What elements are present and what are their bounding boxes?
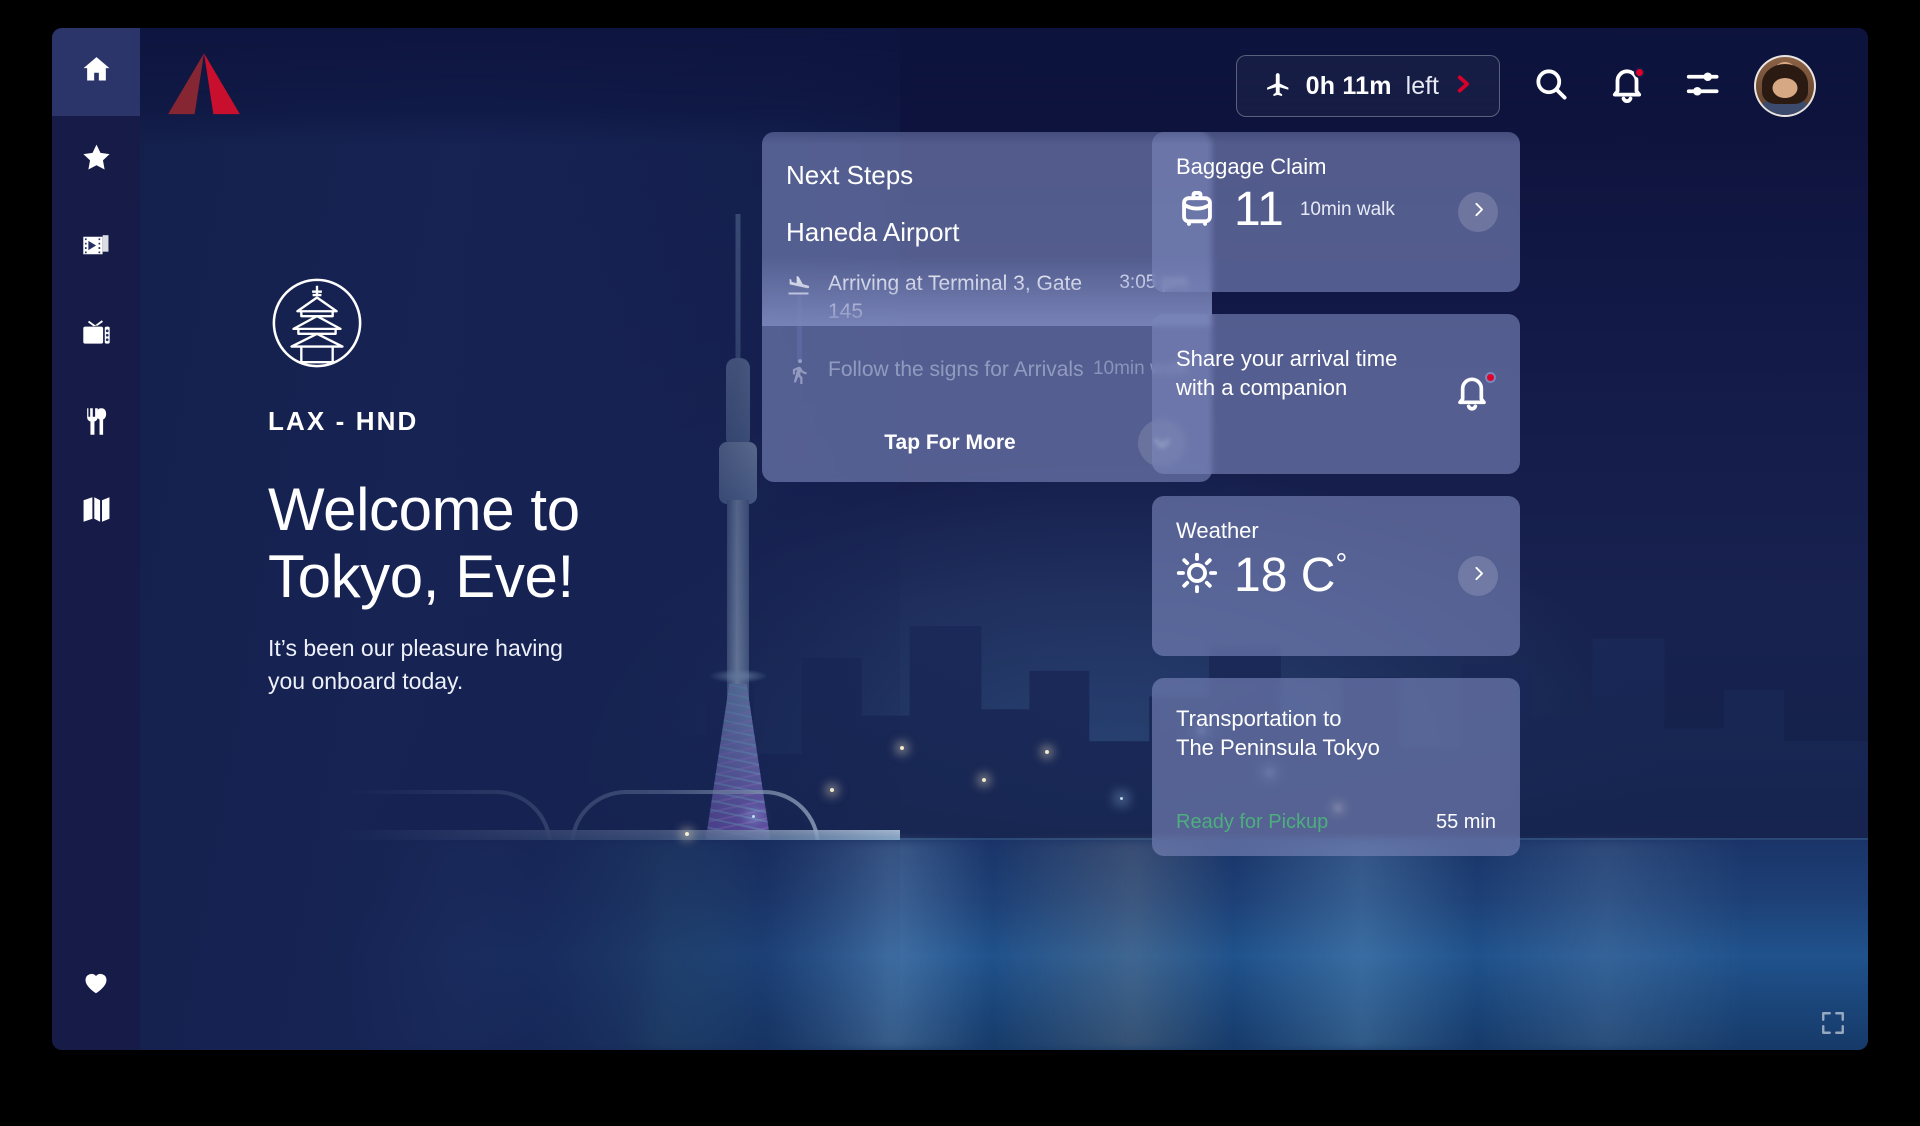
chevron-right-icon [1470,565,1487,587]
tv-icon [80,317,113,355]
weather-temperature: 18 C° [1234,550,1347,600]
welcome-line-1: Welcome to [268,476,580,543]
pagoda-badge-icon [268,274,366,372]
bell-ring-icon[interactable] [1452,372,1496,416]
sidebar-item-favorites[interactable] [52,116,140,204]
transportation-text: Transportation to The Peninsula Tokyo [1152,678,1520,763]
top-bar-actions: 0h 11m left [1235,55,1868,117]
next-step-text: Arriving at Terminal 3, Gate 145 [828,272,1083,323]
weather-degree-symbol: ° [1335,548,1348,581]
flight-time-remaining-button[interactable]: 0h 11m left [1235,55,1500,117]
route-label: LAX - HND [268,406,419,436]
transportation-line-2: The Peninsula Tokyo [1176,735,1380,761]
search-button[interactable] [1526,61,1576,111]
baggage-claim-number: 11 [1234,183,1284,236]
share-arrival-badge [1485,372,1496,383]
settings-button[interactable] [1678,61,1728,111]
transportation-line-1: Transportation to [1176,706,1342,731]
sidebar-nav [52,28,140,1050]
status-badge: Ready for Pickup [1176,811,1329,833]
next-steps-card[interactable]: Next Steps Haneda Airport Arriving at Te… [762,132,1212,482]
avatar[interactable] [1754,55,1816,117]
delta-logo [140,47,268,125]
weather-card[interactable]: Weather 18 C° [1152,496,1520,656]
airplane-icon [1263,69,1292,103]
tap-for-more-label: Tap For More [884,431,1016,454]
sliders-icon [1684,65,1722,108]
transportation-card[interactable]: Transportation to The Peninsula Tokyo Re… [1152,678,1520,856]
next-step-row: Arriving at Terminal 3, Gate 145 3:05 pm [786,270,1188,326]
map-icon [80,493,113,531]
heart-icon [81,967,111,1002]
next-step-row: Follow the signs for Arrivals 10min walk [786,356,1188,389]
transportation-eta: 55 min [1435,811,1496,833]
flight-time-suffix: left [1405,71,1439,100]
sidebar-item-home[interactable] [52,28,140,116]
share-arrival-line-1: Share your arrival time [1176,346,1398,371]
chevron-right-icon [1470,201,1487,223]
welcome-hero: LAX - HND Welcome to Tokyo, Eve! It’s be… [268,274,738,698]
share-arrival-card[interactable]: Share your arrival time with a companion [1152,314,1520,474]
plane-landing-icon [786,270,828,303]
sidebar-item-tv[interactable] [52,292,140,380]
expand-icon[interactable] [1820,1010,1846,1036]
home-icon [80,53,113,91]
chevron-right-icon [1453,71,1473,102]
sidebar-item-favorites-heart[interactable] [52,940,140,1028]
weather-arrow-button[interactable] [1458,556,1498,596]
baggage-claim-walk-time: 10min walk [1299,199,1395,220]
tap-for-more-button[interactable]: Tap For More [762,404,1212,482]
next-step-text: Follow the signs for Arrivals [828,357,1084,381]
walking-icon [786,356,828,389]
baggage-claim-arrow-button[interactable] [1458,192,1498,232]
cutlery-icon [80,405,113,443]
share-arrival-line-2: with a companion [1176,375,1348,401]
weather-temperature-value: 18 C [1234,549,1336,602]
main-stage: 0h 11m left LAX - HND Welcome to Tokyo, … [140,28,1868,1050]
next-steps-airport: Haneda Airport [786,217,960,247]
welcome-subcopy: It’s been our pleasure having you onboar… [268,635,563,694]
next-steps-list: Arriving at Terminal 3, Gate 145 3:05 pm… [762,248,1212,404]
flight-time-value: 0h 11m [1305,71,1392,100]
sidebar-item-map[interactable] [52,468,140,556]
search-icon [1532,65,1570,108]
ife-screen: 0h 11m left LAX - HND Welcome to Tokyo, … [52,28,1868,1050]
sun-icon [1176,552,1218,599]
weather-title: Weather [1176,518,1259,543]
baggage-claim-card[interactable]: Baggage Claim 11 10min walk [1152,132,1520,292]
top-bar: 0h 11m left [140,28,1868,144]
welcome-line-2: Tokyo, Eve! [268,542,574,610]
star-icon [80,141,113,179]
page-title: Welcome to Tokyo, Eve! [268,476,738,610]
notifications-button[interactable] [1602,61,1652,111]
sidebar-item-dining[interactable] [52,380,140,468]
transportation-footer: Ready for Pickup 55 min [1176,811,1496,834]
film-icon [80,229,113,267]
notification-badge [1634,67,1645,78]
suitcase-icon [1176,187,1218,234]
sidebar-item-movies[interactable] [52,204,140,292]
